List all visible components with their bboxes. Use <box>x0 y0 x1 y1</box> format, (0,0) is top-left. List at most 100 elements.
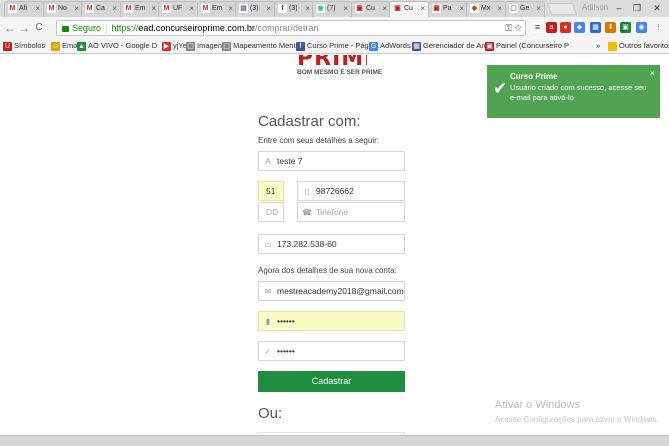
form-subtitle: Entre com seus detalhes a seguir: <box>258 136 379 145</box>
forward-icon[interactable]: → <box>17 20 31 36</box>
tab-close-icon[interactable]: × <box>536 4 541 13</box>
back-icon[interactable]: ← <box>3 20 17 36</box>
bookmark-item[interactable]: ▲ AO VIVO - Google D <box>77 40 157 52</box>
tab-close-icon[interactable]: × <box>305 4 310 13</box>
tab-favicon-icon: M <box>85 4 94 13</box>
tab-close-icon[interactable]: × <box>382 4 387 13</box>
bookmark-favicon-icon: ▶ <box>162 41 171 51</box>
password-field[interactable]: ▮ •••••• <box>258 311 405 331</box>
other-bookmarks[interactable]: Outros favoritos <box>608 40 669 52</box>
bookmark-label: Símbolos <box>14 41 46 51</box>
profile-name[interactable]: Adilson <box>582 3 608 12</box>
tab-close-icon[interactable]: × <box>35 4 40 13</box>
ddd-field-2[interactable]: DD <box>258 202 284 222</box>
extension-icon-4[interactable]: ▦ <box>590 22 601 33</box>
bookmark-label: AO VIVO - Google D <box>88 41 158 51</box>
tab-item[interactable]: M Afi × <box>4 1 44 17</box>
bookmark-item[interactable]: ▢ Imagens <box>186 40 226 52</box>
tab-item[interactable]: ▢ Ge × <box>505 1 545 17</box>
bookmark-item[interactable]: ▦ Gerenciador de Anún <box>412 40 494 52</box>
tab-close-icon[interactable]: × <box>112 4 117 13</box>
extension-icon-3[interactable]: ◆ <box>574 22 585 33</box>
password-confirm-field[interactable]: ✓ •••••• <box>258 341 405 361</box>
extension-icon-2[interactable]: ● <box>560 22 571 33</box>
bookmark-item[interactable]: f Curso Prime - Página <box>296 40 379 52</box>
tab-item[interactable]: M Em × <box>120 1 160 17</box>
tab-close-icon[interactable]: × <box>420 4 425 13</box>
bookmarks-bar: Ü Símbolos ☺ Emoji ▲ AO VIVO - Google D ▶ yjYeL… <box>0 39 669 54</box>
close-window-button[interactable]: ✕ <box>646 0 668 16</box>
tab-close-icon[interactable]: × <box>266 4 271 13</box>
tab-item[interactable]: ◆ Mx × <box>466 1 506 17</box>
windows-watermark-title: Ativar o Windows <box>495 399 580 411</box>
ddd-field-1[interactable]: 51 <box>258 181 284 201</box>
tab-close-icon[interactable]: × <box>497 4 502 13</box>
tab-item[interactable]: ◉ (7) × <box>312 1 352 17</box>
tab-title: Ge <box>520 5 530 12</box>
new-tab-button[interactable] <box>546 3 578 15</box>
restore-button[interactable]: ❐ <box>626 0 648 16</box>
name-field[interactable]: Ateste 7 <box>258 151 405 171</box>
tab-close-icon[interactable]: × <box>151 4 156 13</box>
tab-close-icon[interactable]: × <box>459 4 464 13</box>
windows-watermark-subtitle: Acesse Configurações para ativar o Windo… <box>495 415 659 424</box>
extension-icon-1[interactable]: a <box>546 22 557 33</box>
bookmark-item[interactable]: ▣ Painel (Concurseiro P <box>485 40 569 52</box>
bookmark-favicon-icon: ☺ <box>51 41 60 51</box>
tab-favicon-icon: ◉ <box>316 4 325 13</box>
address-bar[interactable]: Seguro | https://ead.concurseiroprime.com.… <box>56 20 526 36</box>
id-card-icon: ▭ <box>264 240 272 249</box>
bookmark-item[interactable]: Ü Símbolos <box>3 40 45 52</box>
extension-icon-5[interactable]: ⬇ <box>605 22 616 33</box>
tab-close-icon[interactable]: × <box>228 4 233 13</box>
extension-icon-6[interactable]: ▣ <box>620 22 631 33</box>
tab-title: (7) <box>327 5 336 12</box>
tab-close-icon[interactable]: × <box>343 4 348 13</box>
tab-favicon-icon: M <box>124 4 133 13</box>
bookmark-favicon-icon: ▣ <box>485 41 494 51</box>
tab-item[interactable]: M Ca × <box>81 1 121 17</box>
extension-icon-7[interactable]: ◉ <box>636 22 647 33</box>
tab-title: (3) <box>289 5 298 12</box>
envelope-icon: ✉ <box>264 287 272 296</box>
tab-item[interactable]: M UF × <box>158 1 198 17</box>
bookmark-label: Painel (Concurseiro P <box>496 41 569 51</box>
phone-field-2[interactable]: ☎ Telefone <box>297 202 405 222</box>
tab-close-icon[interactable]: × <box>189 4 194 13</box>
name-value: teste 7 <box>277 156 303 166</box>
tab-favicon-icon: ▣ <box>393 4 402 13</box>
font-icon: A <box>265 157 271 166</box>
bookmark-star-icon[interactable]: ☆ <box>515 23 522 33</box>
tab-item[interactable]: ▣ Cu × <box>351 1 391 17</box>
more-menu-icon[interactable]: ⋮ <box>653 22 664 33</box>
tab-item[interactable]: M Em × <box>197 1 237 17</box>
phone-field-1[interactable]: ▯ 98726662 <box>297 181 405 201</box>
tab-item[interactable]: f (3) × <box>274 1 314 17</box>
tab-title: Cu <box>366 5 375 12</box>
email-value: mestreacademy2018@gmail.com <box>277 286 404 296</box>
bookmark-favicon-icon: f <box>296 41 305 51</box>
tab-item[interactable]: ▣ Pa × <box>428 1 468 17</box>
bookmark-item[interactable]: G AdWords <box>369 40 411 52</box>
tab-title: Mx <box>481 5 491 12</box>
close-icon[interactable]: × <box>650 68 655 78</box>
tab-item[interactable]: ▦ (3) × <box>235 1 275 17</box>
tab-item[interactable]: ▣ Cu × <box>389 1 429 17</box>
bookmarks-more-icon[interactable]: » <box>596 40 600 52</box>
tab-item[interactable]: M No × <box>43 1 83 17</box>
success-toast[interactable]: ✔ Curso Prime Usuário criado com sucesso… <box>487 65 660 118</box>
cpf-field[interactable]: ▭ 173.282.538-60 <box>258 234 405 254</box>
email-field[interactable]: ✉ mestreacademy2018@gmail.com <box>258 281 405 301</box>
toast-title: Curso Prime <box>510 72 558 81</box>
tab-close-icon[interactable]: × <box>74 4 79 13</box>
register-button[interactable]: Cadastrar <box>258 371 405 392</box>
tab-favicon-icon: M <box>162 4 171 13</box>
reload-icon[interactable]: C <box>32 20 46 36</box>
url-prefix: https:// <box>111 23 139 33</box>
menu-icon[interactable]: ≡ <box>532 22 543 33</box>
bookmark-item[interactable]: ▢ Mapeamento Mental <box>222 40 301 52</box>
tab-favicon-icon: ▣ <box>432 4 441 13</box>
tab-title: Pa <box>443 5 452 12</box>
key-icon[interactable]: ⚿ <box>505 23 512 33</box>
cpf-value: 173.282.538-60 <box>277 239 337 249</box>
